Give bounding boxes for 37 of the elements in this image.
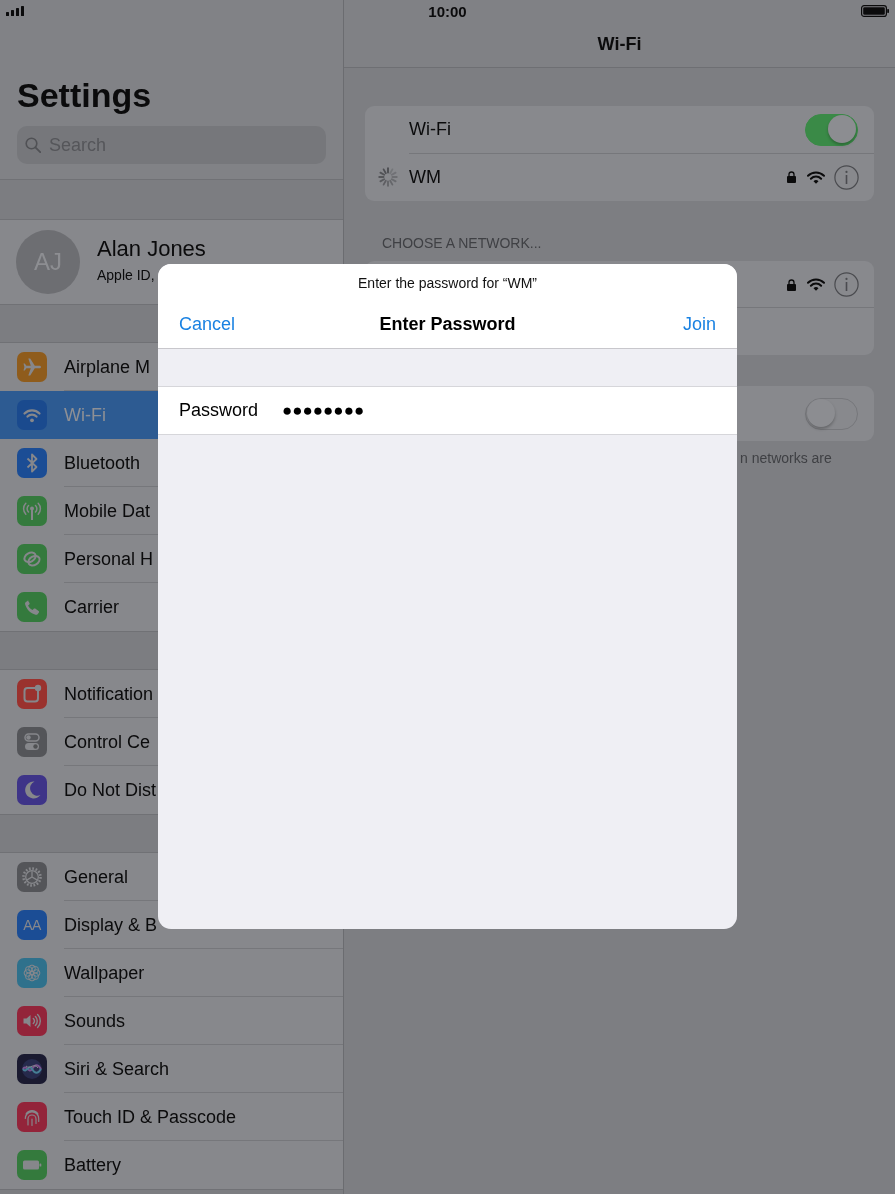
sidebar-item[interactable]: Carrier [0,583,343,631]
sidebar-item[interactable]: Touch ID & Passcode [0,1093,343,1141]
signal-icon [6,6,24,16]
sidebar-item[interactable]: Mobile Dat [0,487,343,535]
row-label: Wi-Fi [409,119,451,141]
cancel-button[interactable]: Cancel [179,313,236,335]
field-label: Password [179,400,259,421]
battery-icon [861,5,889,17]
join-button[interactable]: Join [682,313,716,335]
status-time: 10:00 [428,2,467,20]
page-title: Settings [17,75,152,115]
profile-name: Alan Jones [97,236,206,262]
password-field[interactable]: ●●●●●●●● [282,400,583,421]
sidebar-item[interactable]: Siri & Search [0,1045,343,1093]
search-icon [25,137,41,153]
wifi-signal-icon [807,278,825,291]
sidebar-item[interactable]: Sounds [0,997,343,1045]
sidebar-item[interactable]: Bluetooth [0,439,343,487]
sidebar-item[interactable]: AA Display & B [0,901,343,949]
row-label: WM [409,166,441,188]
sidebar-item[interactable]: Wallpaper [0,949,343,997]
toggle-switch[interactable] [805,113,858,146]
sidebar-item[interactable]: Battery [0,1141,343,1189]
info-icon[interactable] [834,272,859,297]
dialog-title: Enter Password [379,313,516,335]
section-header: CHOOSE A NETWORK... [382,235,542,251]
sidebar-item[interactable]: Airplane M [0,343,343,391]
profile-subtitle: Apple ID, [97,266,155,284]
sidebar-item[interactable]: Notification [0,670,343,718]
footer-text: n networks are [740,450,832,466]
navigation-title: Wi-Fi [597,33,642,56]
sidebar-item[interactable]: Personal H [0,535,343,583]
info-icon[interactable] [834,164,859,190]
dialog-message: Enter the password for “WM” [358,275,537,291]
wifi-signal-icon [807,170,825,184]
text-size-icon: AA [17,910,47,940]
sidebar-item[interactable]: Do Not Dist [0,766,343,814]
